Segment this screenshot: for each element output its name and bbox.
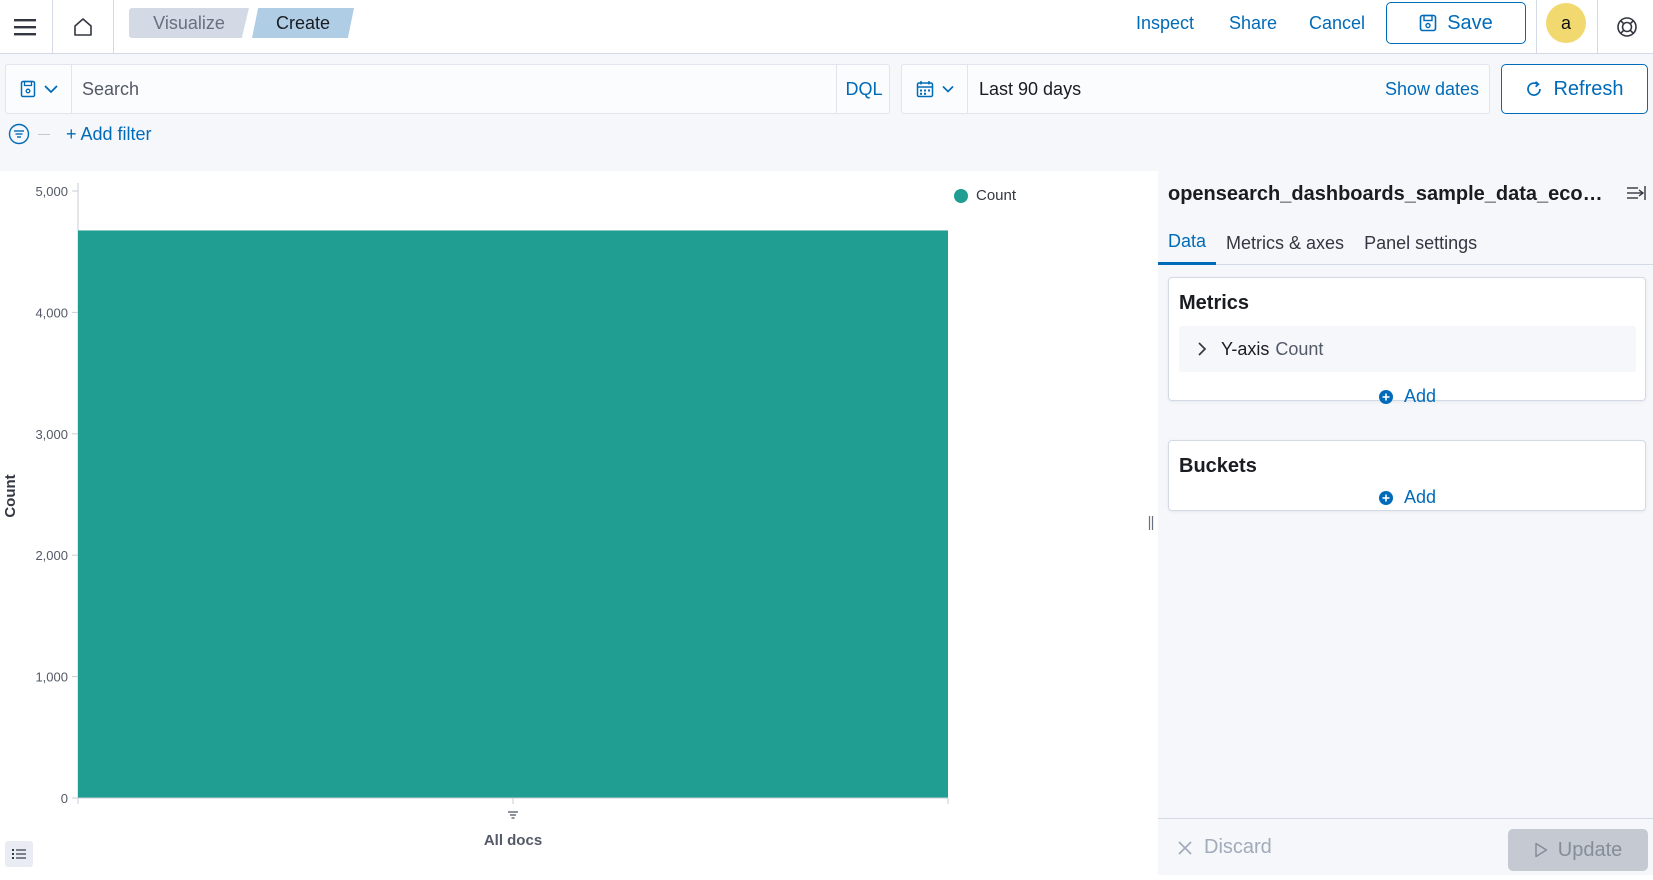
query-bar: DQL Last 90 days Show dates Refresh + Ad… [0, 54, 1653, 171]
legend-swatch [954, 188, 968, 203]
breadcrumb-create: Create [252, 8, 354, 38]
plus-circle-icon [1378, 389, 1393, 404]
update-button[interactable]: Update [1508, 829, 1648, 871]
update-label: Update [1557, 838, 1623, 861]
editor-sidebar: opensearch_dashboards_sample_data_ecom..… [1158, 171, 1653, 875]
date-picker: Last 90 days Show dates [901, 64, 1490, 114]
legend-label: Count [976, 187, 1017, 204]
metrics-title: Metrics [1179, 292, 1250, 314]
tab-data[interactable]: Data [1158, 221, 1217, 265]
play-icon [1535, 842, 1547, 858]
calendar-icon [916, 81, 933, 98]
y-axis: 0 1,000 2,000 3,000 4,000 5,000 [35, 183, 79, 806]
tab-metrics-axes[interactable]: Metrics & axes [1216, 221, 1354, 265]
chevron-down-icon [43, 85, 58, 94]
close-icon [1178, 840, 1192, 855]
add-bucket-button[interactable]: Add [1169, 487, 1645, 508]
y-tick-label: 5,000 [35, 184, 68, 199]
avatar[interactable]: a [1546, 3, 1586, 43]
search-box: DQL [5, 64, 890, 114]
y-tick-label: 1,000 [35, 670, 68, 685]
refresh-button[interactable]: Refresh [1501, 64, 1648, 114]
list-icon [12, 849, 26, 859]
save-icon [1419, 14, 1437, 32]
cancel-link[interactable]: Cancel [1309, 0, 1365, 46]
drag-handle-icon [1148, 516, 1154, 530]
bar-all-docs [78, 230, 948, 798]
inspect-link[interactable]: Inspect [1136, 0, 1194, 46]
help-lifebuoy-icon[interactable] [1606, 0, 1648, 54]
y-tick-label: 3,000 [35, 427, 68, 442]
save-button[interactable]: Save [1386, 2, 1526, 44]
add-metric-button[interactable]: Add [1169, 386, 1645, 407]
saved-queries-button[interactable] [6, 65, 72, 113]
top-nav-bar: Visualize Create Inspect Share Cancel Sa… [0, 0, 1653, 54]
filter-options-icon[interactable] [8, 123, 30, 145]
bar-chart: Count 0 1,000 2,000 3,000 4,000 5,000 All doc… [2, 183, 949, 849]
saved-query-icon [20, 80, 35, 98]
metric-type: Count [1275, 338, 1324, 359]
chevron-right-icon[interactable] [1197, 341, 1207, 357]
y-tick-label: 0 [61, 791, 68, 806]
y-tick-label: 4,000 [35, 305, 68, 320]
refresh-icon [1527, 81, 1542, 96]
filter-for-value-icon [508, 811, 518, 819]
divider [113, 0, 114, 54]
buckets-title: Buckets [1179, 455, 1257, 477]
metrics-panel: Metrics Y-axis Count Add [1168, 277, 1646, 406]
editor-tabs: Data Metrics & axes Panel settings [1158, 221, 1653, 265]
share-link[interactable]: Share [1229, 0, 1277, 46]
show-dates-link[interactable]: Show dates [1385, 65, 1479, 113]
filter-separator [38, 133, 50, 135]
bars [78, 230, 948, 798]
add-filter-button[interactable]: + Add filter [66, 124, 152, 145]
add-bucket-label: Add [1403, 487, 1437, 507]
x-axis: All docs [77, 797, 949, 849]
buckets-panel: Buckets Add [1168, 440, 1646, 511]
date-range-text[interactable]: Last 90 days [979, 65, 1081, 113]
metric-name: Y-axis [1221, 338, 1270, 359]
discard-button[interactable]: Discard [1178, 819, 1272, 876]
quick-date-menu-button[interactable] [902, 65, 968, 113]
y-tick-label: 2,000 [35, 548, 68, 563]
query-language-button[interactable]: DQL [836, 65, 891, 113]
legend-toggle-button[interactable] [5, 841, 33, 867]
collapse-sidebar-icon[interactable] [1626, 185, 1646, 206]
add-metric-label: Add [1403, 386, 1437, 406]
breadcrumb-visualize[interactable]: Visualize [129, 8, 249, 38]
divider [1536, 0, 1537, 54]
x-tick-label: All docs [484, 832, 542, 849]
divider [1597, 0, 1598, 54]
tab-panel-settings[interactable]: Panel settings [1354, 221, 1487, 265]
discard-label: Discard [1204, 836, 1272, 858]
y-axis-title: Count [2, 474, 19, 517]
search-input[interactable] [72, 65, 836, 113]
metric-y-axis-row[interactable]: Y-axis Count [1179, 326, 1636, 372]
chart-legend[interactable]: Count [954, 187, 1016, 204]
editor-footer: Discard Update [1158, 818, 1653, 875]
home-icon[interactable] [53, 0, 113, 54]
panel-resize-handle[interactable] [1144, 171, 1158, 875]
hamburger-menu-icon[interactable] [0, 0, 50, 54]
filter-row: + Add filter [8, 120, 152, 148]
plus-circle-icon [1378, 490, 1393, 505]
index-pattern-title: opensearch_dashboards_sample_data_ecom..… [1168, 183, 1608, 205]
chevron-down-icon [941, 85, 954, 93]
save-label: Save [1447, 11, 1493, 34]
visualization-area: Count 0 1,000 2,000 3,000 4,000 5,000 All doc… [0, 171, 1144, 875]
refresh-label: Refresh [1553, 77, 1624, 100]
